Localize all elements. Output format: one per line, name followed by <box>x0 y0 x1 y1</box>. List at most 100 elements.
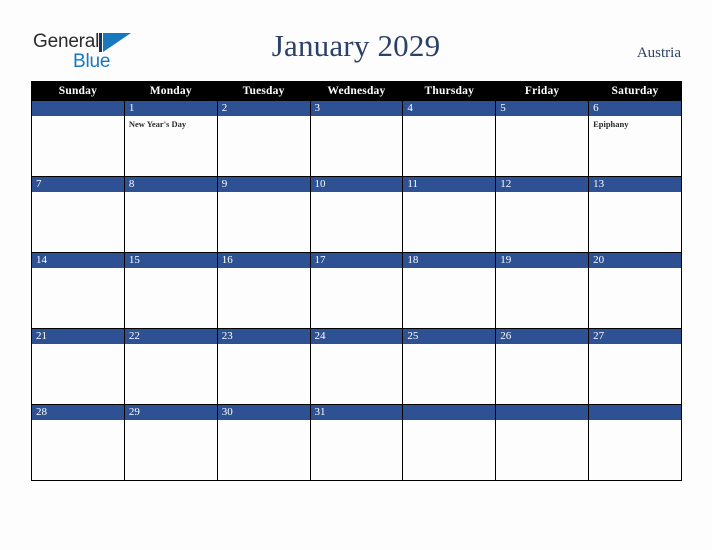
calendar-day-cell[interactable]: 3 <box>309 100 404 177</box>
day-events <box>589 344 681 347</box>
day-events <box>311 116 403 119</box>
day-number: 3 <box>310 101 403 116</box>
weekday-header-thursday: Thursday <box>402 81 497 101</box>
day-number: 11 <box>403 177 496 192</box>
day-events: Epiphany <box>589 116 681 130</box>
calendar-week-row: 14 15 16 17 18 19 20 <box>31 252 682 329</box>
day-events <box>311 268 403 271</box>
calendar-day-cell[interactable]: 11 <box>402 176 497 253</box>
country-label: Austria <box>636 45 681 61</box>
day-events <box>403 192 495 195</box>
day-number: 10 <box>310 177 403 192</box>
calendar-day-cell[interactable]: 16 <box>216 252 311 329</box>
calendar-day-cell[interactable]: 5 <box>495 100 590 177</box>
calendar-day-cell[interactable]: 29 <box>123 404 218 481</box>
calendar-day-cell[interactable]: 10 <box>309 176 404 253</box>
calendar-day-cell[interactable]: 2 <box>216 100 311 177</box>
day-number: 17 <box>310 253 403 268</box>
calendar-day-cell[interactable]: 22 <box>123 328 218 405</box>
day-number: 15 <box>124 253 217 268</box>
calendar-week-row: 21 22 23 24 25 26 27 <box>31 328 682 405</box>
calendar-empty-cell[interactable] <box>31 100 125 177</box>
calendar-day-cell[interactable]: 4 <box>402 100 497 177</box>
calendar-day-cell[interactable]: 19 <box>495 252 590 329</box>
day-events <box>496 192 588 195</box>
day-number <box>496 405 589 420</box>
calendar-day-cell[interactable]: 25 <box>402 328 497 405</box>
day-events <box>218 344 310 347</box>
day-number: 19 <box>496 253 589 268</box>
day-number: 16 <box>217 253 310 268</box>
day-events <box>218 420 310 423</box>
calendar-day-cell[interactable]: 18 <box>402 252 497 329</box>
calendar-day-cell[interactable]: 1 New Year's Day <box>123 100 218 177</box>
day-events <box>589 420 681 423</box>
day-number: 28 <box>32 405 124 420</box>
weekday-header-row: Sunday Monday Tuesday Wednesday Thursday Frid… <box>31 81 682 101</box>
weekday-header-friday: Friday <box>495 81 590 101</box>
calendar-day-cell[interactable]: 27 <box>588 328 682 405</box>
day-events <box>311 344 403 347</box>
calendar-day-cell[interactable]: 30 <box>216 404 311 481</box>
calendar-day-cell[interactable]: 7 <box>31 176 125 253</box>
calendar-empty-cell[interactable] <box>402 404 497 481</box>
day-number: 8 <box>124 177 217 192</box>
calendar-day-cell[interactable]: 15 <box>123 252 218 329</box>
day-events <box>496 344 588 347</box>
day-events <box>125 192 217 195</box>
day-events <box>403 344 495 347</box>
day-number: 5 <box>496 101 589 116</box>
calendar-day-cell[interactable]: 17 <box>309 252 404 329</box>
day-events <box>403 116 495 119</box>
day-events <box>218 268 310 271</box>
day-events <box>589 268 681 271</box>
day-number: 4 <box>403 101 496 116</box>
calendar-day-cell[interactable]: 23 <box>216 328 311 405</box>
calendar-day-cell[interactable]: 21 <box>31 328 125 405</box>
calendar-body: 1 New Year's Day 2 3 4 5 6 Epiphany 7 8 9 10 11 12 13 1… <box>31 100 682 481</box>
day-events <box>496 420 588 423</box>
day-events <box>32 116 124 119</box>
day-number: 14 <box>32 253 124 268</box>
calendar-day-cell[interactable]: 28 <box>31 404 125 481</box>
day-events <box>311 192 403 195</box>
calendar-grid: Sunday Monday Tuesday Wednesday Thursday Frid… <box>31 81 682 481</box>
day-number: 20 <box>589 253 681 268</box>
day-number: 6 <box>589 101 681 116</box>
calendar-day-cell[interactable]: 13 <box>588 176 682 253</box>
day-events <box>125 268 217 271</box>
calendar-empty-cell[interactable] <box>588 404 682 481</box>
day-events <box>125 420 217 423</box>
day-events <box>125 344 217 347</box>
calendar-page: General Blue January 2029 Austria Sunday… <box>0 0 712 550</box>
calendar-day-cell[interactable]: 6 Epiphany <box>588 100 682 177</box>
calendar-day-cell[interactable]: 12 <box>495 176 590 253</box>
calendar-day-cell[interactable]: 24 <box>309 328 404 405</box>
day-events <box>496 268 588 271</box>
day-events <box>403 268 495 271</box>
day-number: 22 <box>124 329 217 344</box>
calendar-day-cell[interactable]: 31 <box>309 404 404 481</box>
day-number: 29 <box>124 405 217 420</box>
day-number: 25 <box>403 329 496 344</box>
calendar-week-row: 7 8 9 10 11 12 13 <box>31 176 682 253</box>
calendar-header-row-group: Sunday Monday Tuesday Wednesday Thursday Frid… <box>31 81 682 101</box>
day-events <box>218 116 310 119</box>
day-number: 9 <box>217 177 310 192</box>
day-number: 12 <box>496 177 589 192</box>
calendar-empty-cell[interactable] <box>495 404 590 481</box>
calendar-day-cell[interactable]: 9 <box>216 176 311 253</box>
page-title: January 2029 <box>271 28 441 63</box>
calendar-day-cell[interactable]: 8 <box>123 176 218 253</box>
day-number <box>403 405 496 420</box>
calendar-day-cell[interactable]: 26 <box>495 328 590 405</box>
day-events <box>403 420 495 423</box>
holiday-label: New Year's Day <box>128 119 187 129</box>
calendar-day-cell[interactable]: 20 <box>588 252 682 329</box>
day-events <box>32 192 124 195</box>
day-events <box>218 192 310 195</box>
day-number: 31 <box>310 405 403 420</box>
calendar-day-cell[interactable]: 14 <box>31 252 125 329</box>
holiday-label: Epiphany <box>593 119 629 129</box>
day-events <box>589 192 681 195</box>
